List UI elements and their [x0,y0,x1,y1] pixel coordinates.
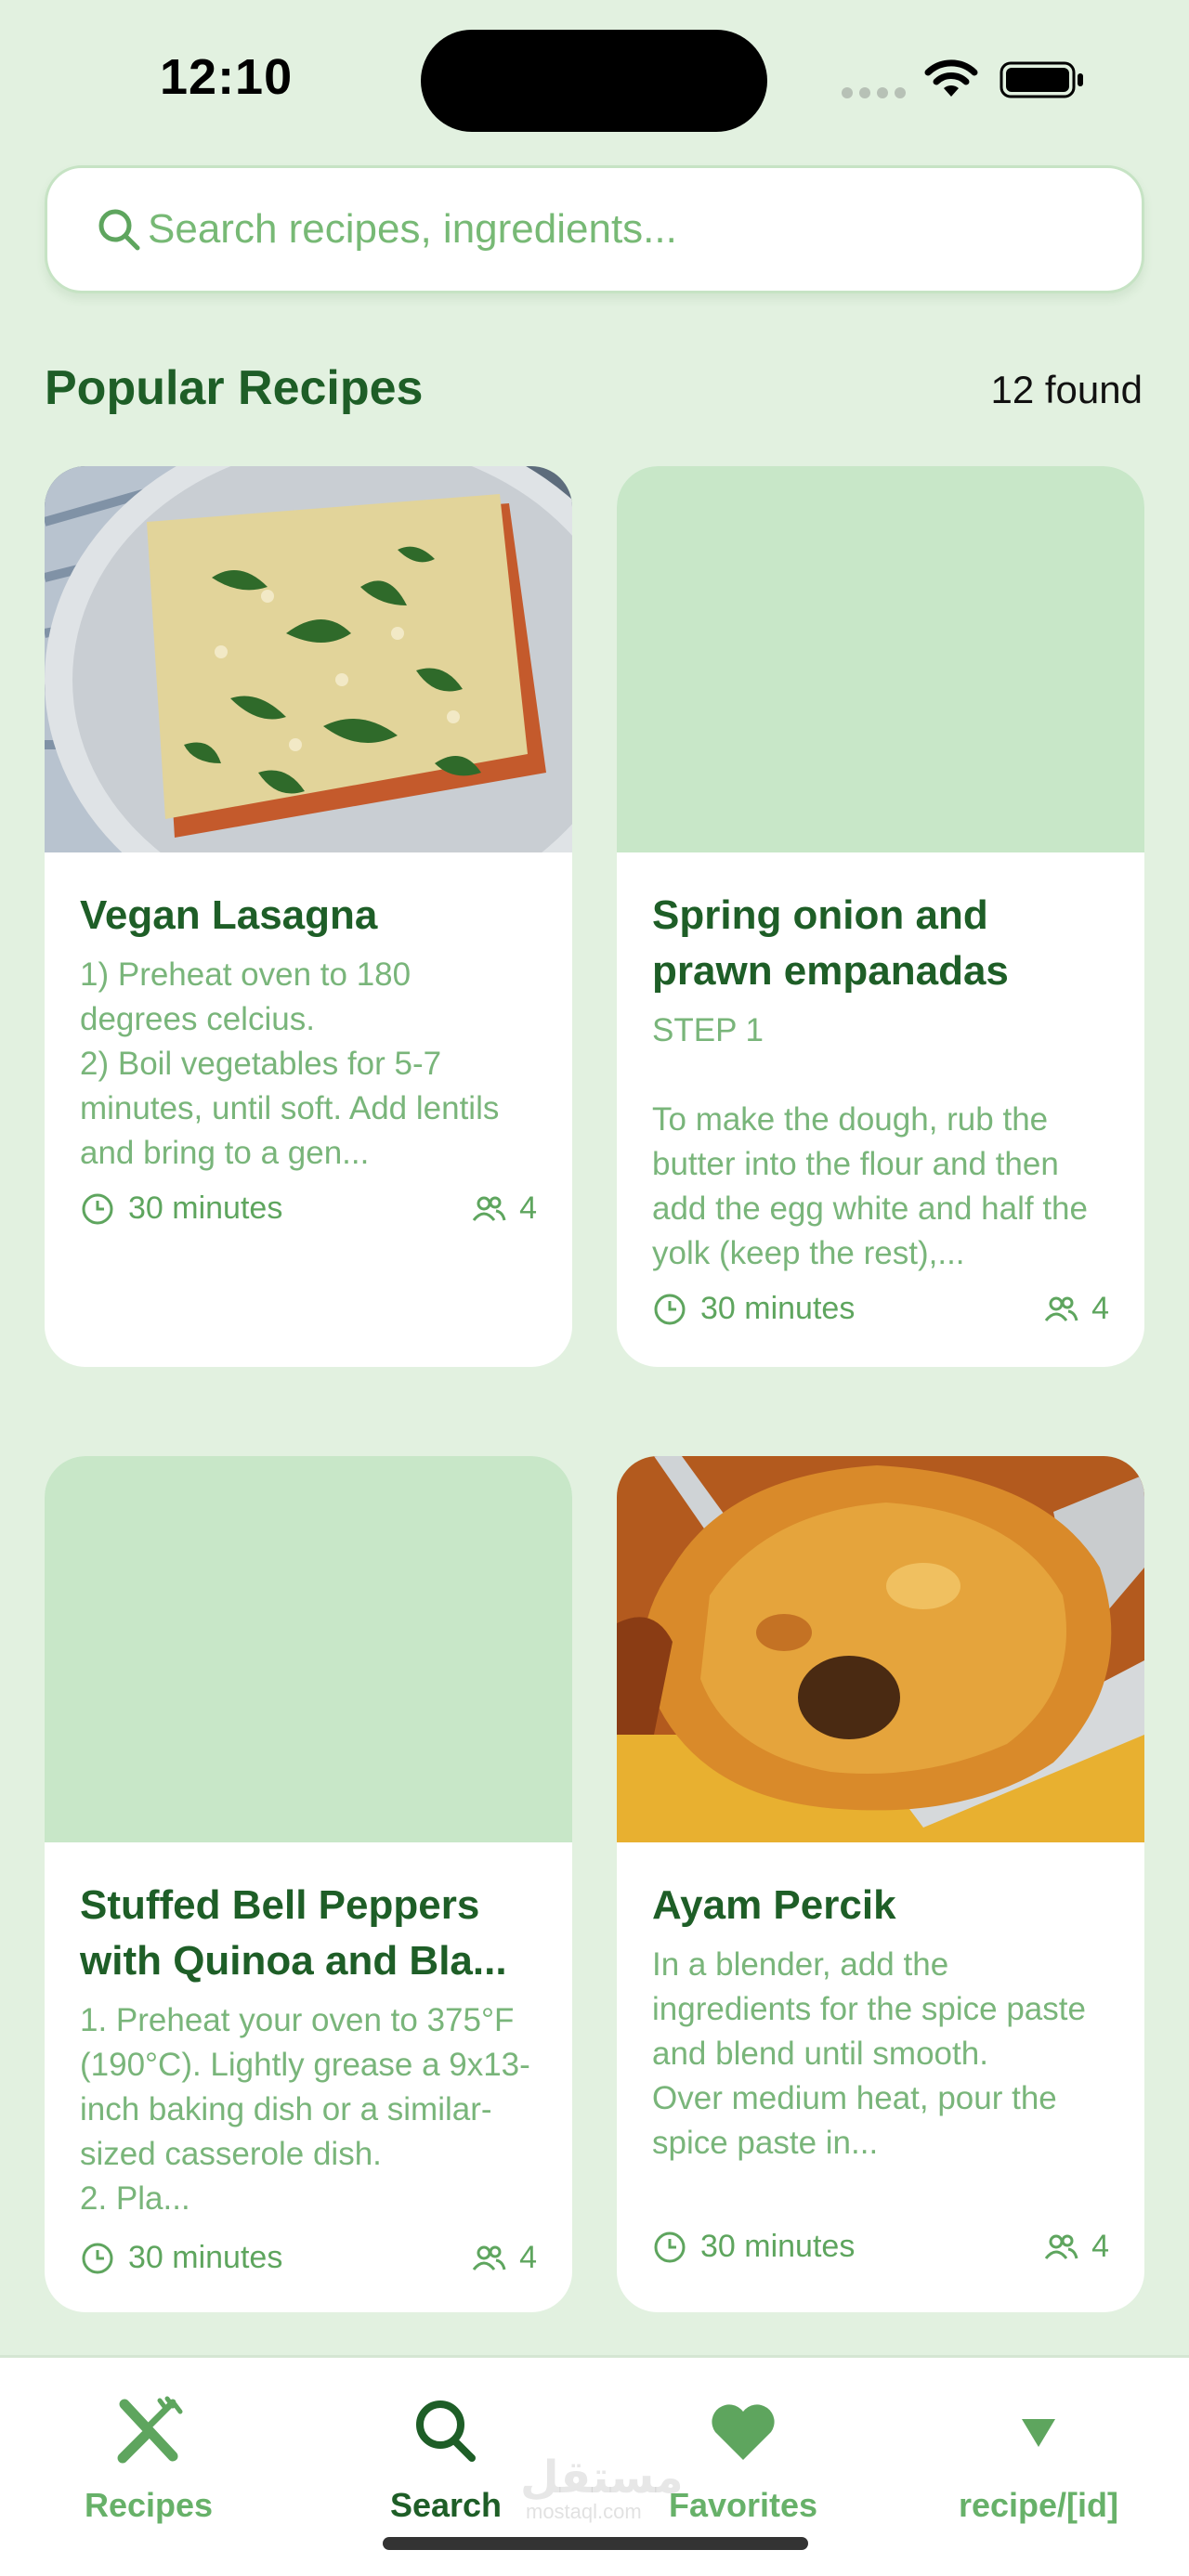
recipe-card[interactable]: Ayam Percik In a blender, add the ingred… [617,1456,1144,2312]
home-indicator[interactable] [383,2537,808,2550]
recipe-title: Vegan Lasagna [80,892,378,938]
recipe-time: 30 minutes [128,1190,283,1226]
recipe-time: 30 minutes [128,2240,283,2275]
recipe-time: 30 minutes [700,2229,856,2264]
recipe-card[interactable]: Spring onion and prawn empanadas STEP 1 … [617,466,1144,1367]
search-bar[interactable] [45,165,1144,293]
battery-icon [1000,61,1083,98]
tab-recipes[interactable]: Recipes [37,2395,260,2525]
recipe-description: In a blender, add the ingredients for th… [652,1946,1086,2161]
recipe-description: STEP 1 To make the dough, rub the butter… [652,1012,1088,1271]
people-icon [472,1196,506,1221]
people-icon [1044,1296,1078,1321]
recipe-description: 1. Preheat your oven to 375°F (190°C). L… [80,2002,530,2217]
tab-label: Recipes [84,2486,214,2524]
recipe-servings: 4 [1091,2229,1109,2264]
search-icon [416,2400,476,2462]
clock-icon [82,1193,113,1224]
tab-label: Search [389,2486,503,2524]
cellular-signal-icon [842,87,906,98]
triangle-down-icon [1022,2419,1055,2447]
watermark-logo: مستقل [520,2453,684,2503]
recipe-meta: 30 minutes 4 [80,1190,537,1227]
recipe-title: Stuffed Bell Peppers with Quinoa and Bla… [80,1882,507,1984]
tab-recipe-detail[interactable]: recipe/[id] [927,2395,1150,2525]
recipe-servings: 4 [1091,1291,1109,1326]
tab-label: recipe/[id] [958,2486,1119,2524]
dynamic-island [421,30,767,132]
status-bar: 12:10 [0,0,1189,149]
recipe-servings: 4 [519,2240,537,2275]
recipe-image [45,466,572,852]
watermark-url: mostaql.com [526,2500,642,2523]
fork-knife-icon [117,2396,183,2464]
recipe-meta: 30 minutes 4 [80,2240,537,2276]
recipe-image-placeholder [45,1456,572,1842]
search-icon [98,209,140,251]
status-time: 12:10 [160,49,294,105]
clock-icon [654,2231,686,2262]
recipe-image [617,1456,1144,1842]
recipe-meta: 30 minutes 4 [652,1291,1109,1327]
recipe-title: Ayam Percik [652,1882,896,1928]
recipe-card[interactable]: Vegan Lasagna 1) Preheat oven to 180 deg… [45,466,572,1367]
recipe-time: 30 minutes [700,1291,856,1326]
results-count: 12 found [990,368,1143,411]
people-icon [472,2245,506,2270]
tab-label: Favorites [668,2486,818,2524]
clock-icon [654,1294,686,1324]
recipe-title: Spring onion and prawn empanadas [652,892,1009,994]
search-input[interactable] [148,206,1077,253]
page-title: Popular Recipes [45,361,424,415]
recipe-description: 1) Preheat oven to 180 degrees celcius. … [80,956,500,1171]
recipe-meta: 30 minutes 4 [652,2229,1109,2265]
recipe-image-placeholder [617,466,1144,852]
wifi-icon [924,59,978,97]
clock-icon [82,2243,113,2273]
people-icon [1044,2234,1078,2259]
heart-icon [712,2404,775,2460]
recipe-servings: 4 [519,1190,537,1226]
recipe-card[interactable]: Stuffed Bell Peppers with Quinoa and Bla… [45,1456,572,2312]
